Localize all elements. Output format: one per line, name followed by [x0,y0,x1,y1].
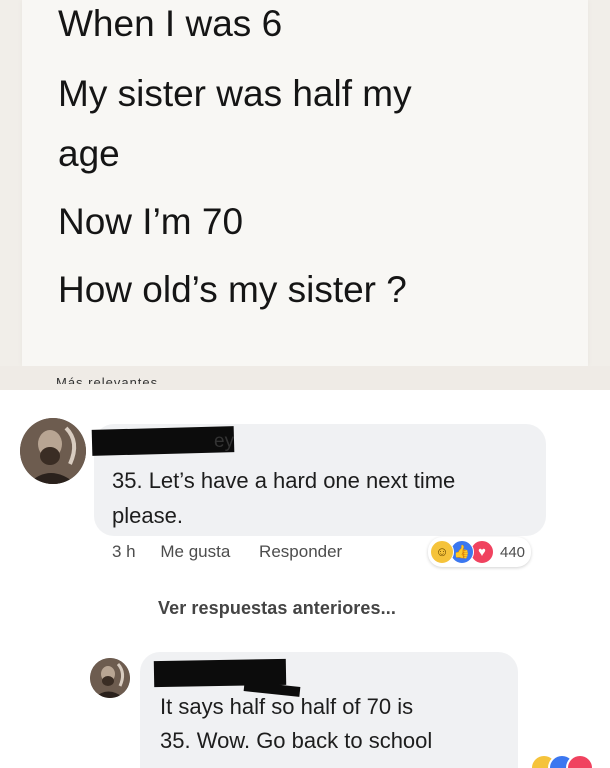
avatar-photo-icon [90,658,130,698]
post-line-5: How old’s my sister ? [58,269,407,310]
reactions-summary[interactable]: ☺ 👍 ♥ 440 [428,537,532,567]
post-line-4: Now I’m 70 [58,201,244,242]
view-previous-replies-link[interactable]: Ver respuestas anteriores... [158,595,396,621]
reply-link[interactable]: Responder [259,537,342,567]
reply-text-line-1: It says half so half of 70 is [160,694,414,719]
redacted-name [91,426,235,456]
avatar-photo-icon [20,418,86,484]
like-link[interactable]: Me gusta [160,537,230,567]
comment-text-line-1: 35. Let’s have a hard one next time [112,468,456,493]
comment-meta: 3 h Me gusta Responder [112,537,342,567]
post-line-1: When I was 6 [58,3,283,44]
comment-text-line-2: please. [112,503,183,528]
post-line-2: My sister was half my [58,73,412,114]
commenter-avatar[interactable] [20,418,86,484]
haha-icon: ☺ [430,540,454,564]
reaction-count: 440 [500,543,526,561]
reply-reactions-partial[interactable] [530,748,610,768]
section-cut-label: Más relevantes [56,376,159,384]
reply-text-line-2: 35. Wow. Go back to school [160,728,433,753]
post-line-3: age [58,133,120,174]
reply-avatar[interactable] [90,658,130,698]
comment-timestamp: 3 h [112,542,136,561]
post-card: When I was 6 My sister was half my age N… [22,0,588,366]
commenter-name-tail: ey [214,431,235,452]
